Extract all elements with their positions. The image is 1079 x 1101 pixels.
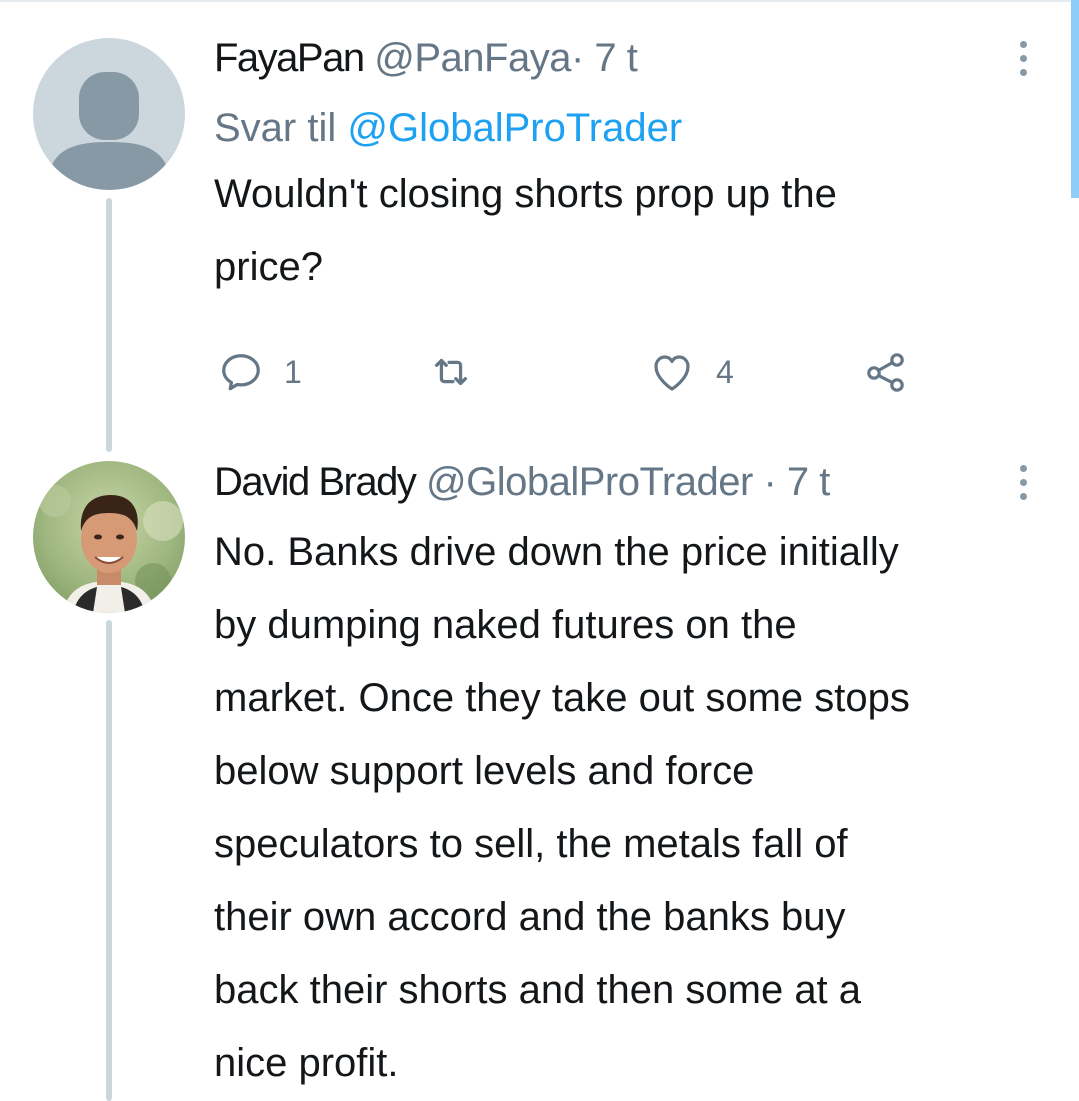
reply-context: Svar til @GlobalProTrader: [214, 104, 1044, 152]
avatar[interactable]: [33, 461, 185, 613]
scrollbar[interactable]: [1071, 0, 1079, 198]
top-divider: [0, 0, 1079, 2]
more-options-icon[interactable]: [1013, 41, 1033, 76]
display-name[interactable]: FayaPan: [214, 36, 365, 80]
reply-button[interactable]: 1: [218, 346, 302, 398]
separator-dot: ·: [763, 460, 777, 504]
tweet[interactable]: David Brady @GlobalProTrader · 7 t No. B…: [214, 458, 1044, 1100]
like-count: 4: [716, 353, 734, 390]
retweet-icon: [434, 358, 468, 386]
reply-count: 1: [284, 353, 302, 390]
thread-line: [106, 198, 112, 452]
default-profile-icon: [47, 72, 171, 190]
share-icon: [867, 353, 904, 392]
user-handle[interactable]: @PanFaya: [374, 36, 571, 80]
avatar[interactable]: [33, 38, 185, 190]
tweet-header: David Brady @GlobalProTrader · 7 t: [214, 458, 1044, 506]
profile-photo: [33, 461, 185, 613]
tweet-header: FayaPan @PanFaya· 7 t: [214, 34, 1044, 82]
tweet-text: Wouldn't closing shorts prop up the pric…: [214, 172, 837, 289]
reply-prefix: Svar til: [214, 106, 337, 150]
tweet[interactable]: FayaPan @PanFaya· 7 t Svar til @GlobalPr…: [214, 34, 1044, 304]
reply-to-handle[interactable]: @GlobalProTrader: [347, 106, 682, 150]
reply-icon: [222, 354, 260, 391]
timestamp[interactable]: 7 t: [787, 460, 830, 504]
retweet-button[interactable]: [428, 346, 474, 398]
tweet-text: No. Banks drive down the price initially…: [214, 530, 910, 1085]
timestamp[interactable]: 7 t: [594, 36, 637, 80]
heart-icon: [654, 355, 690, 391]
user-handle[interactable]: @GlobalProTrader: [426, 460, 753, 504]
thread-line: [106, 620, 112, 1101]
tweet-actions: 1 4: [214, 346, 934, 398]
like-button[interactable]: 4: [648, 346, 734, 398]
share-button[interactable]: [862, 346, 910, 398]
display-name[interactable]: David Brady: [214, 460, 417, 504]
separator-dot: ·: [570, 36, 584, 80]
more-options-icon[interactable]: [1013, 465, 1033, 500]
